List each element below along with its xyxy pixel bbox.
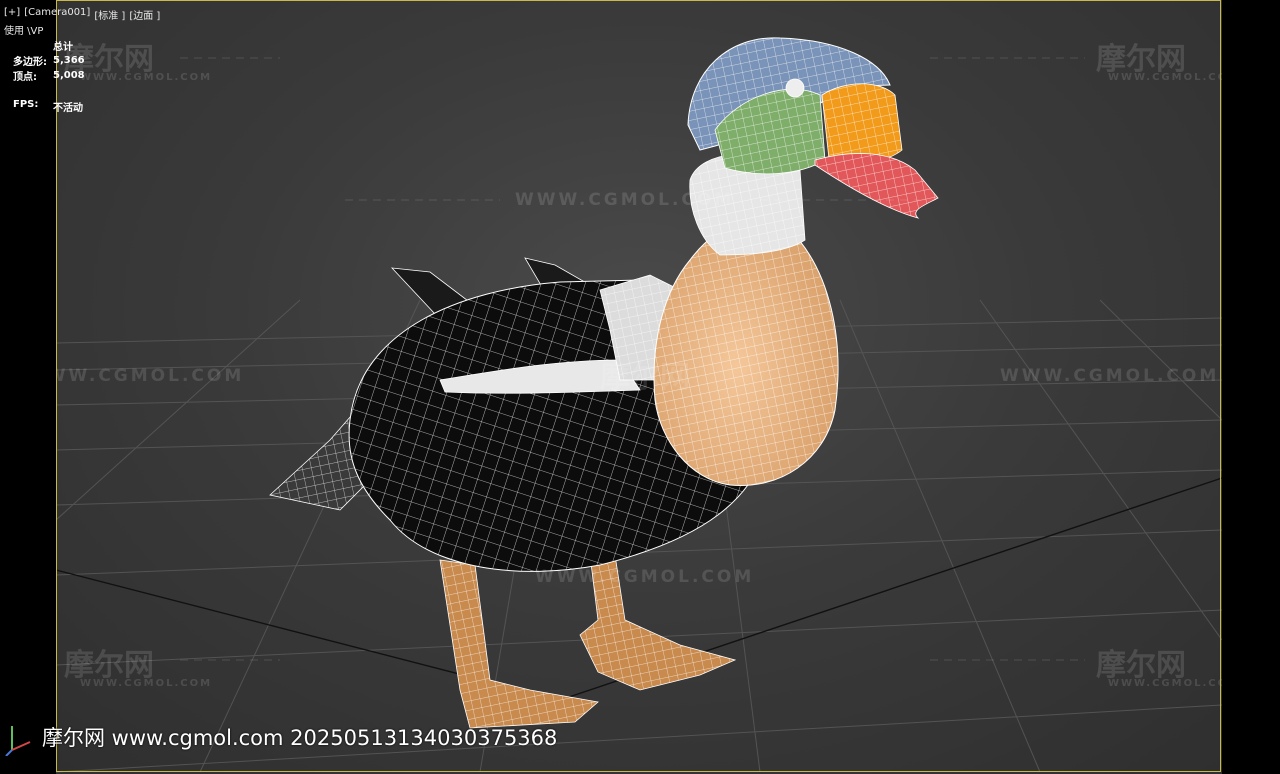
viewport-general-menu[interactable]: [+]	[4, 7, 20, 22]
eye	[785, 78, 805, 98]
polygons-value: 5,366	[53, 55, 85, 66]
fps-readout: FPS: 不活动	[13, 99, 83, 114]
fps-label: FPS:	[13, 99, 39, 110]
viewport-camera-menu[interactable]: [Camera001]	[24, 7, 90, 22]
scene-canvas[interactable]	[0, 0, 1280, 774]
leg-front	[579, 554, 737, 691]
viewport-statistics: 总计 多边形: 5,366 顶点: 5,008	[13, 38, 85, 83]
viewport-left-margin	[0, 0, 56, 774]
viewport-right-margin	[1222, 0, 1280, 774]
footer-watermark-text: 摩尔网 www.cgmol.com 20250513134030375368	[42, 726, 558, 750]
vertices-value: 5,008	[53, 70, 85, 81]
stats-header: 总计	[53, 42, 73, 53]
axis-tripod-icon	[5, 726, 31, 756]
vertices-label: 顶点:	[13, 72, 37, 83]
fps-value: 不活动	[53, 103, 83, 114]
duck-model[interactable]	[269, 37, 939, 729]
polygons-label: 多边形:	[13, 57, 47, 68]
viewport-sub-label: 使用 \VP	[4, 26, 44, 37]
viewport-label-menu: [+] [Camera001] [标准 ] [边面 ]	[4, 7, 160, 22]
3d-viewport[interactable]: 摩尔网 WWW.CGMOL.COM 摩尔网 WWW.CGMOL.COM WWW.…	[0, 0, 1280, 774]
viewport-display-mode-menu[interactable]: [边面 ]	[129, 7, 160, 22]
viewport-shading-menu[interactable]: [标准 ]	[94, 7, 125, 22]
leg-rear	[439, 559, 599, 729]
